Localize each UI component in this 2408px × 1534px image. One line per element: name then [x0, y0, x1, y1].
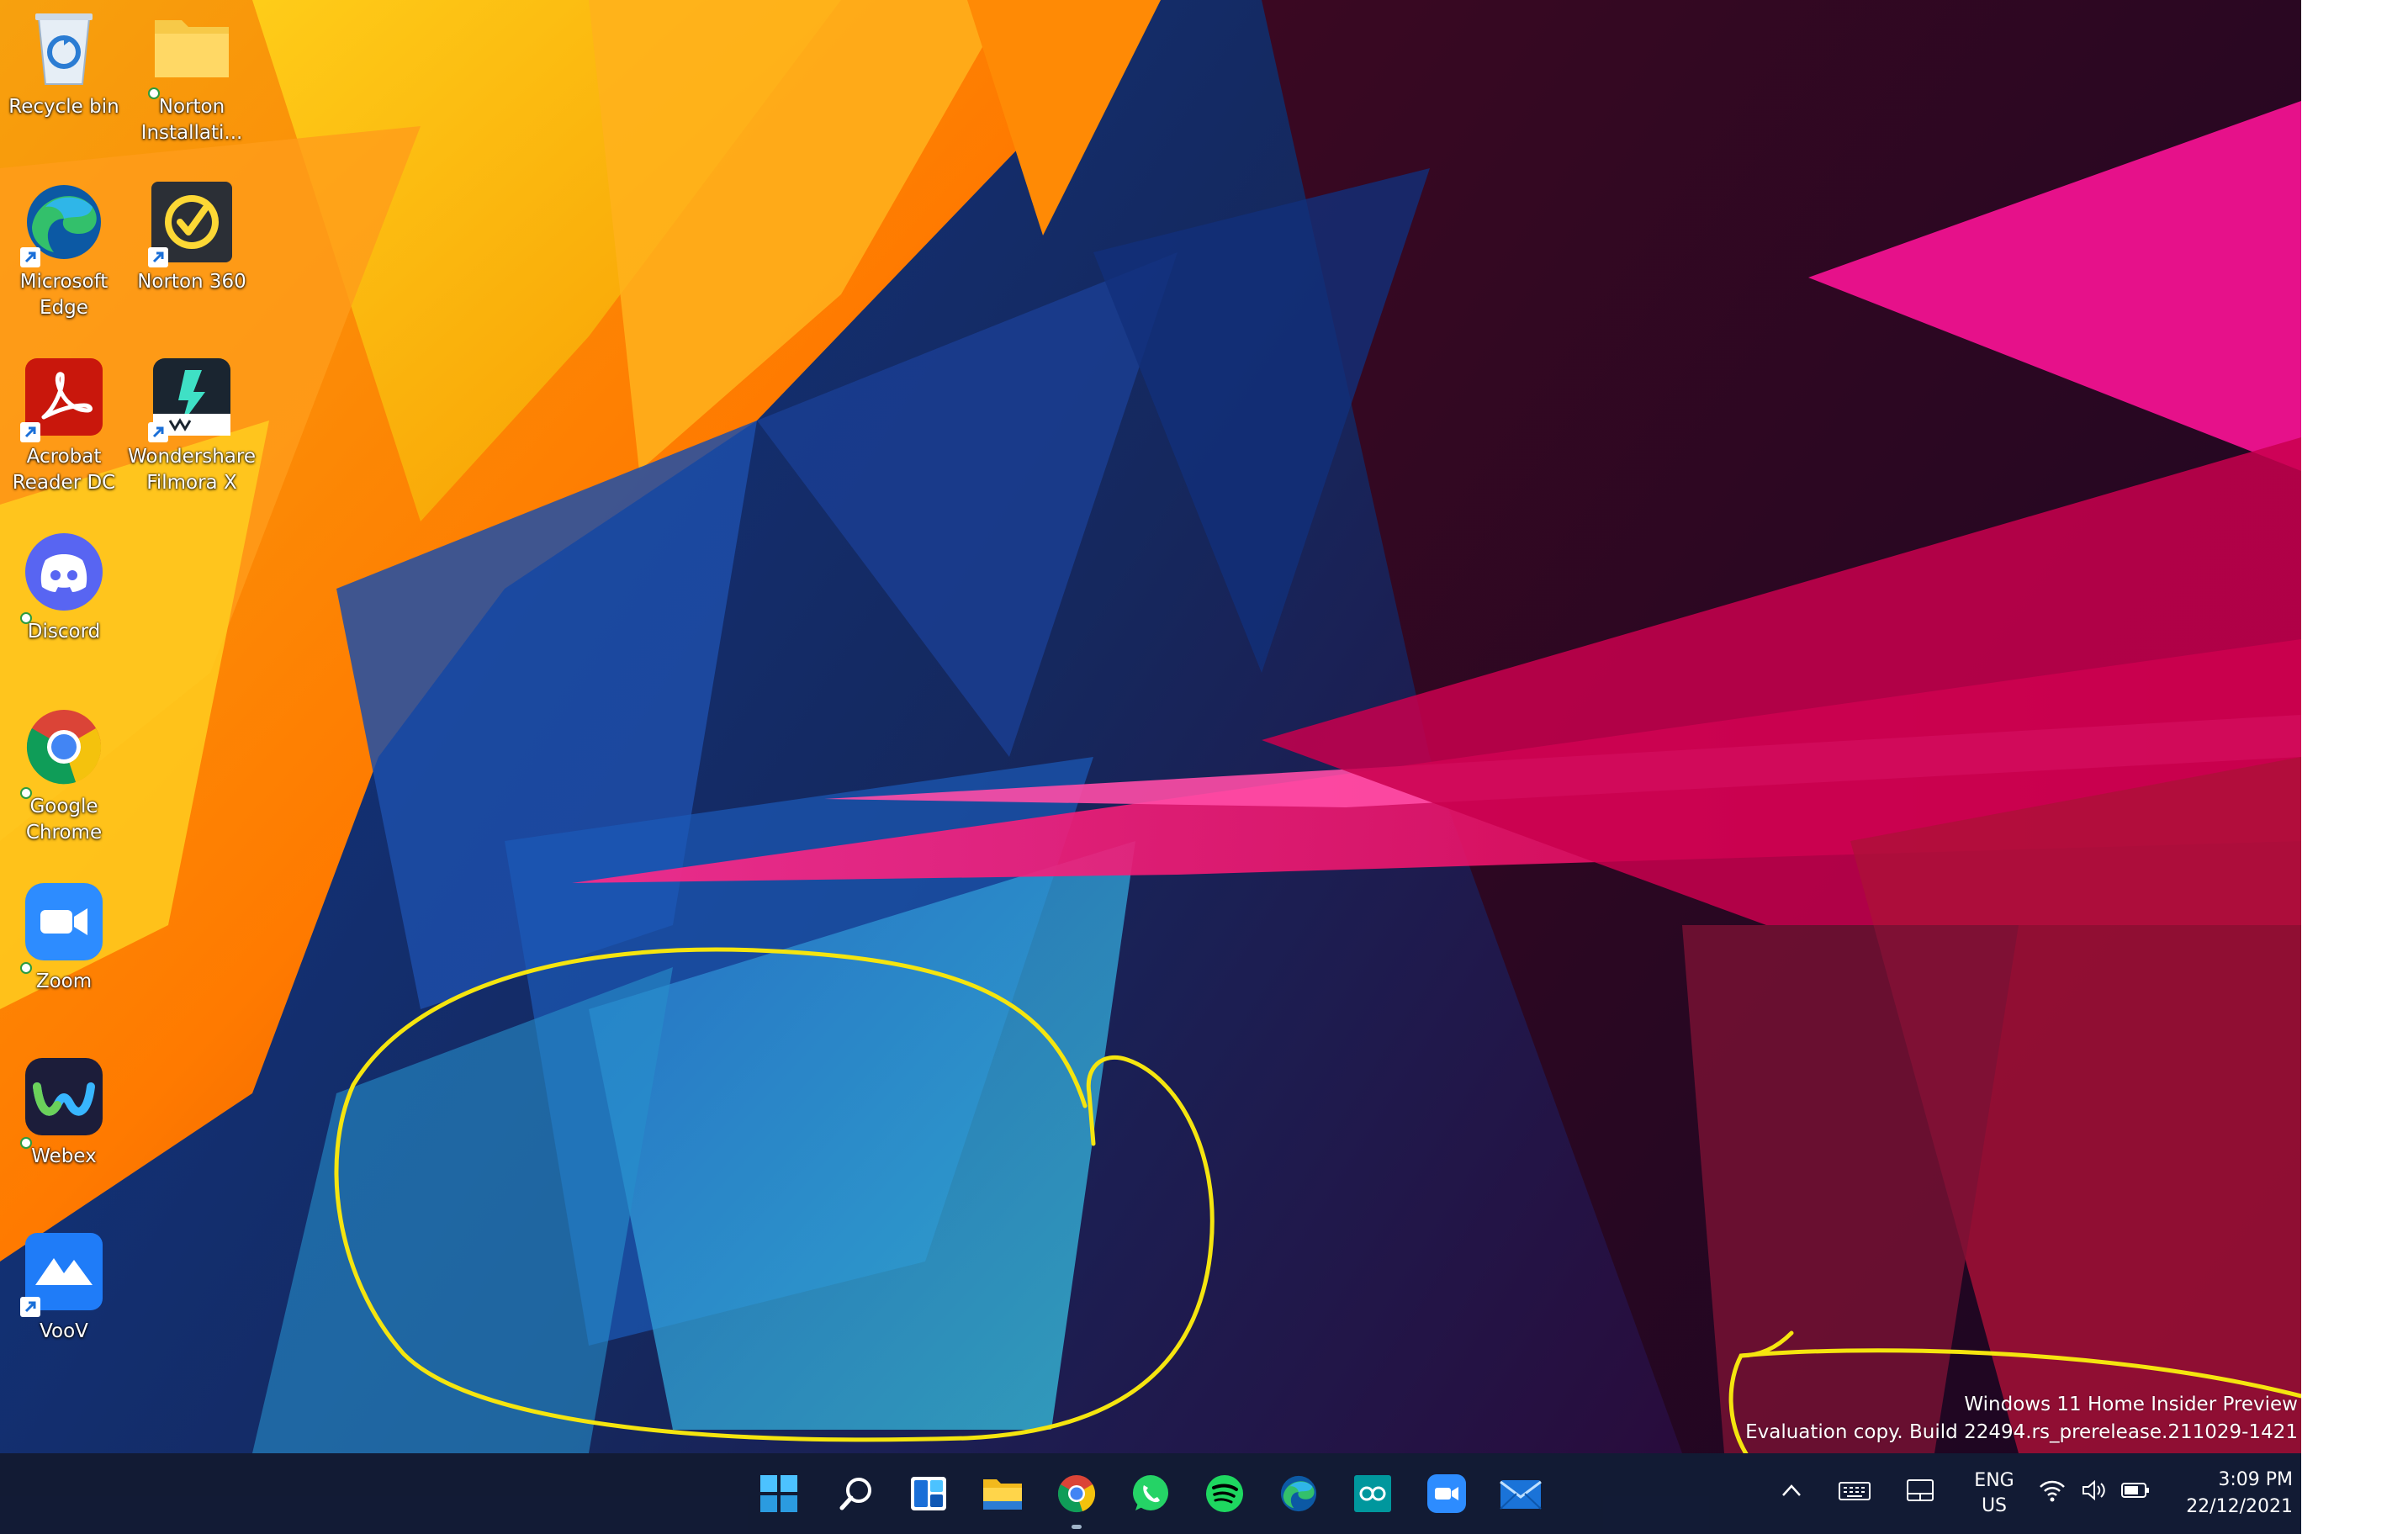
acrobat-icon	[20, 355, 106, 442]
wallpaper	[0, 0, 2301, 1453]
desktop-icon-label: Discord	[27, 621, 101, 643]
widgets-button[interactable]	[905, 1470, 952, 1517]
sync-status-icon	[148, 87, 160, 99]
search-icon	[839, 1478, 871, 1510]
wifi-icon	[2040, 1480, 2065, 1502]
shortcut-arrow-icon	[20, 1297, 40, 1317]
desktop-icon-acrobat-reader[interactable]: Acrobat Reader DC	[0, 355, 128, 523]
show-hidden-icons-button[interactable]	[1780, 1480, 1803, 1504]
mail-icon	[1500, 1480, 1542, 1510]
discord-icon	[20, 530, 106, 624]
language-code: ENG	[1974, 1470, 2014, 1491]
spotify-icon	[1206, 1475, 1243, 1512]
quick-settings-button[interactable]	[2039, 1478, 2150, 1502]
webex-icon	[20, 1055, 106, 1149]
widgets-icon	[911, 1477, 946, 1510]
keyboard-layout: US	[1981, 1495, 2008, 1516]
shortcut-arrow-icon	[20, 247, 40, 267]
desktop-icon-label: VooV	[40, 1320, 88, 1342]
edge-icon	[20, 180, 106, 267]
zoom-taskbar-button[interactable]	[1423, 1470, 1470, 1517]
desktop-icon-webex[interactable]: Webex	[0, 1055, 128, 1223]
file-explorer-icon	[983, 1479, 1022, 1510]
norton-icon	[148, 180, 234, 267]
desktop-icon-discord[interactable]: Discord	[0, 530, 128, 698]
touchpad-icon	[1907, 1479, 1934, 1501]
desktop-icon-google-chrome[interactable]: Google Chrome	[0, 705, 128, 873]
desktop-icon-label: Recycle bin	[8, 96, 119, 118]
watermark-line-build: Evaluation copy. Build 22494.rs_prerelea…	[1745, 1421, 2298, 1443]
desktop-icon-norton-installation[interactable]: Norton Installati...	[128, 5, 256, 173]
clock-time: 3:09 PM	[2218, 1469, 2293, 1490]
battery-icon	[2121, 1483, 2149, 1498]
desktop-icon-recycle-bin[interactable]: Recycle bin	[0, 5, 128, 173]
zoom-icon	[20, 880, 106, 974]
chrome-taskbar-button[interactable]	[1053, 1470, 1100, 1529]
sync-status-icon	[20, 1137, 32, 1149]
mail-button[interactable]	[1497, 1470, 1544, 1517]
filmora-icon	[148, 355, 234, 442]
sync-status-icon	[20, 962, 32, 974]
desktop-icon-label: Norton Installati...	[140, 96, 243, 144]
whatsapp-icon	[1133, 1475, 1168, 1510]
voov-icon	[20, 1230, 106, 1317]
clock-date: 22/12/2021	[2186, 1496, 2293, 1517]
desktop-icon-microsoft-edge[interactable]: Microsoft Edge	[0, 180, 128, 348]
file-explorer-button[interactable]	[979, 1470, 1026, 1517]
whatsapp-button[interactable]	[1127, 1470, 1174, 1517]
input-language-button[interactable]: ENG US	[1966, 1468, 2022, 1519]
touch-keyboard-button[interactable]	[1839, 1482, 1871, 1504]
volume-icon	[2083, 1479, 2105, 1501]
desktop-icon-label: Zoom	[35, 971, 93, 992]
desktop-icon-label: Microsoft Edge	[19, 271, 108, 319]
search-button[interactable]	[833, 1470, 880, 1517]
start-button[interactable]	[755, 1470, 802, 1517]
desktop-icon-zoom[interactable]: Zoom	[0, 880, 128, 1048]
shortcut-arrow-icon	[148, 247, 168, 267]
clock-button[interactable]: 3:09 PM 22/12/2021	[2167, 1467, 2293, 1521]
shortcut-arrow-icon	[20, 422, 40, 442]
taskbar: ENG US 3:09 PM 22/12/2021	[0, 1453, 2301, 1534]
recycle-bin-icon	[22, 5, 106, 89]
edge-icon	[1280, 1475, 1317, 1512]
keyboard-icon	[1839, 1482, 1871, 1500]
running-indicator	[1072, 1525, 1082, 1529]
desktop-icon-label: Norton 360	[137, 271, 246, 293]
start-icon	[760, 1475, 797, 1512]
shortcut-arrow-icon	[148, 422, 168, 442]
desktop-icon-norton-360[interactable]: Norton 360	[128, 180, 256, 348]
sync-status-icon	[20, 612, 32, 624]
desktop-icon-label: Google Chrome	[25, 796, 103, 844]
chrome-icon	[1057, 1475, 1096, 1513]
desktop-icon-voov[interactable]: VooV	[0, 1230, 128, 1398]
desktop-icon-label: Webex	[31, 1145, 97, 1167]
watermark-line-edition: Windows 11 Home Insider Preview	[1964, 1394, 2298, 1415]
desktop-screen: Recycle bin Microsoft Edge Acrobat Reade…	[0, 0, 2301, 1534]
folder-icon	[148, 5, 234, 99]
sync-status-icon	[20, 787, 32, 799]
spotify-button[interactable]	[1201, 1470, 1248, 1517]
edge-taskbar-button[interactable]	[1275, 1470, 1322, 1517]
windows-evaluation-watermark: Windows 11 Home Insider Preview Evaluati…	[1745, 1391, 2298, 1447]
desktop-icon-label: Acrobat Reader DC	[12, 446, 116, 494]
desktop-icon-wondershare-filmora[interactable]: Wondershare Filmora X	[128, 355, 256, 523]
touchpad-button[interactable]	[1906, 1478, 1934, 1505]
chevron-up-icon	[1782, 1484, 1801, 1496]
desktop-icon-label: Wondershare Filmora X	[128, 446, 257, 494]
chrome-icon	[20, 705, 106, 799]
arduino-icon	[1354, 1475, 1391, 1512]
zoom-icon	[1427, 1474, 1466, 1513]
arduino-button[interactable]	[1349, 1470, 1396, 1517]
